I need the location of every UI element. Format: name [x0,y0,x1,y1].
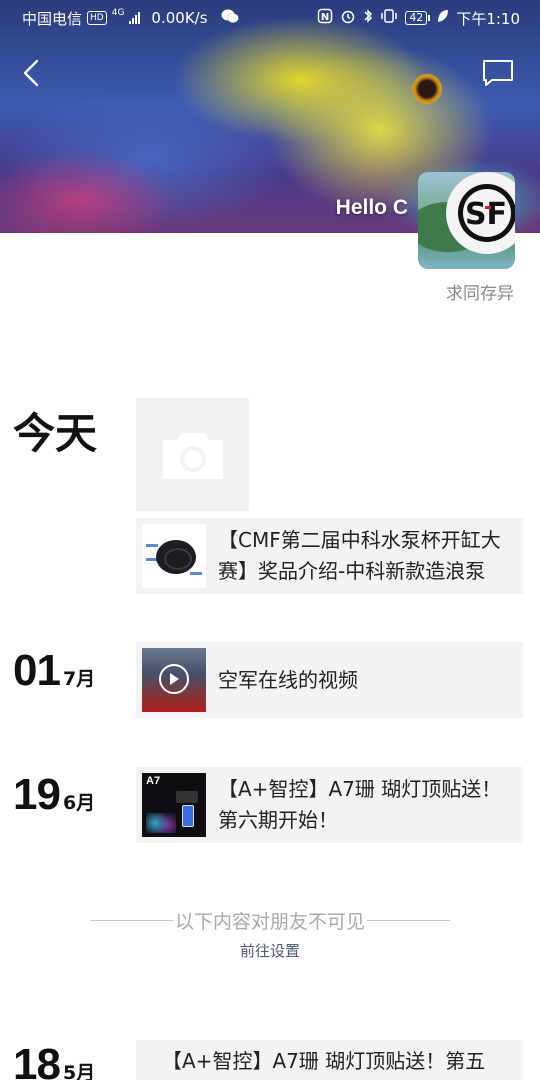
vibrate-icon [380,8,398,28]
leaf-icon [437,9,449,27]
net-speed: 0.00K/s [151,9,208,27]
signal-icon [129,12,141,24]
network-type: 4G [111,8,125,18]
date-day: 01 [13,646,61,695]
svg-text:N: N [321,12,329,23]
date-month: 7月 [62,668,96,690]
post-item-video[interactable]: 空军在线的视频 [136,642,523,718]
chevron-left-icon [23,59,39,87]
wechat-icon [221,9,239,28]
date-month: 5月 [62,1062,96,1080]
date-month: 6月 [62,792,96,814]
post-thumbnail: A7 [142,773,206,837]
fish-eye-decoration [412,74,442,104]
post-text: 【A+智控】A7珊 瑚灯顶贴送！第五 [162,1049,486,1073]
user-name: Hello C [335,196,408,219]
camera-icon [162,432,223,479]
post-item-pump[interactable]: 【CMF第二届中科水泵杯开缸大赛】奖品介绍-中科新款造浪泵 [136,518,523,594]
date-day: 18 [13,1040,61,1080]
svg-text:SF: SF [465,197,507,232]
clock-time: 下午1:10 [456,9,520,28]
sf-logo-icon: SF [446,172,515,254]
signature: 求同存异 [446,284,514,304]
bluetooth-icon [363,8,373,28]
avatar[interactable]: SF [418,172,515,269]
hd-badge: HD [87,11,107,25]
date-label: 18 5月 [13,1040,95,1080]
settings-link[interactable]: 前往设置 [0,940,540,961]
battery-level: 42 [405,11,428,25]
message-icon [483,60,513,86]
post-item-a7-previous[interactable]: 【A+智控】A7珊 瑚灯顶贴送！第五 [136,1040,523,1080]
alarm-icon [340,8,356,28]
post-thumbnail [142,648,206,712]
message-button[interactable] [478,56,518,90]
post-item-a7[interactable]: A7 【A+智控】A7珊 瑚灯顶贴送！第六期开始！ [136,767,523,843]
add-photo-button[interactable] [136,398,249,511]
status-bar: 中国电信 HD 4G 0.00K/s N 42 下午1:10 [0,0,540,36]
privacy-divider: 以下内容对朋友不可见 [90,907,451,934]
date-label: 01 7月 [13,646,95,696]
date-label: 19 6月 [13,770,95,820]
post-text: 【CMF第二届中科水泵杯开缸大赛】奖品介绍-中科新款造浪泵 [218,528,501,583]
carrier-label: 中国电信 [22,9,83,28]
play-icon [159,664,189,694]
post-text: 【A+智控】A7珊 瑚灯顶贴送！第六期开始！ [218,777,502,832]
privacy-notice: 以下内容对朋友不可见 [175,911,366,933]
today-label: 今天 [13,409,98,458]
date-day: 19 [13,770,61,819]
battery-icon: 42 [405,11,431,25]
nfc-icon: N [317,8,333,28]
post-thumbnail [142,524,206,588]
back-button[interactable] [14,56,48,90]
post-text: 空军在线的视频 [218,667,358,692]
